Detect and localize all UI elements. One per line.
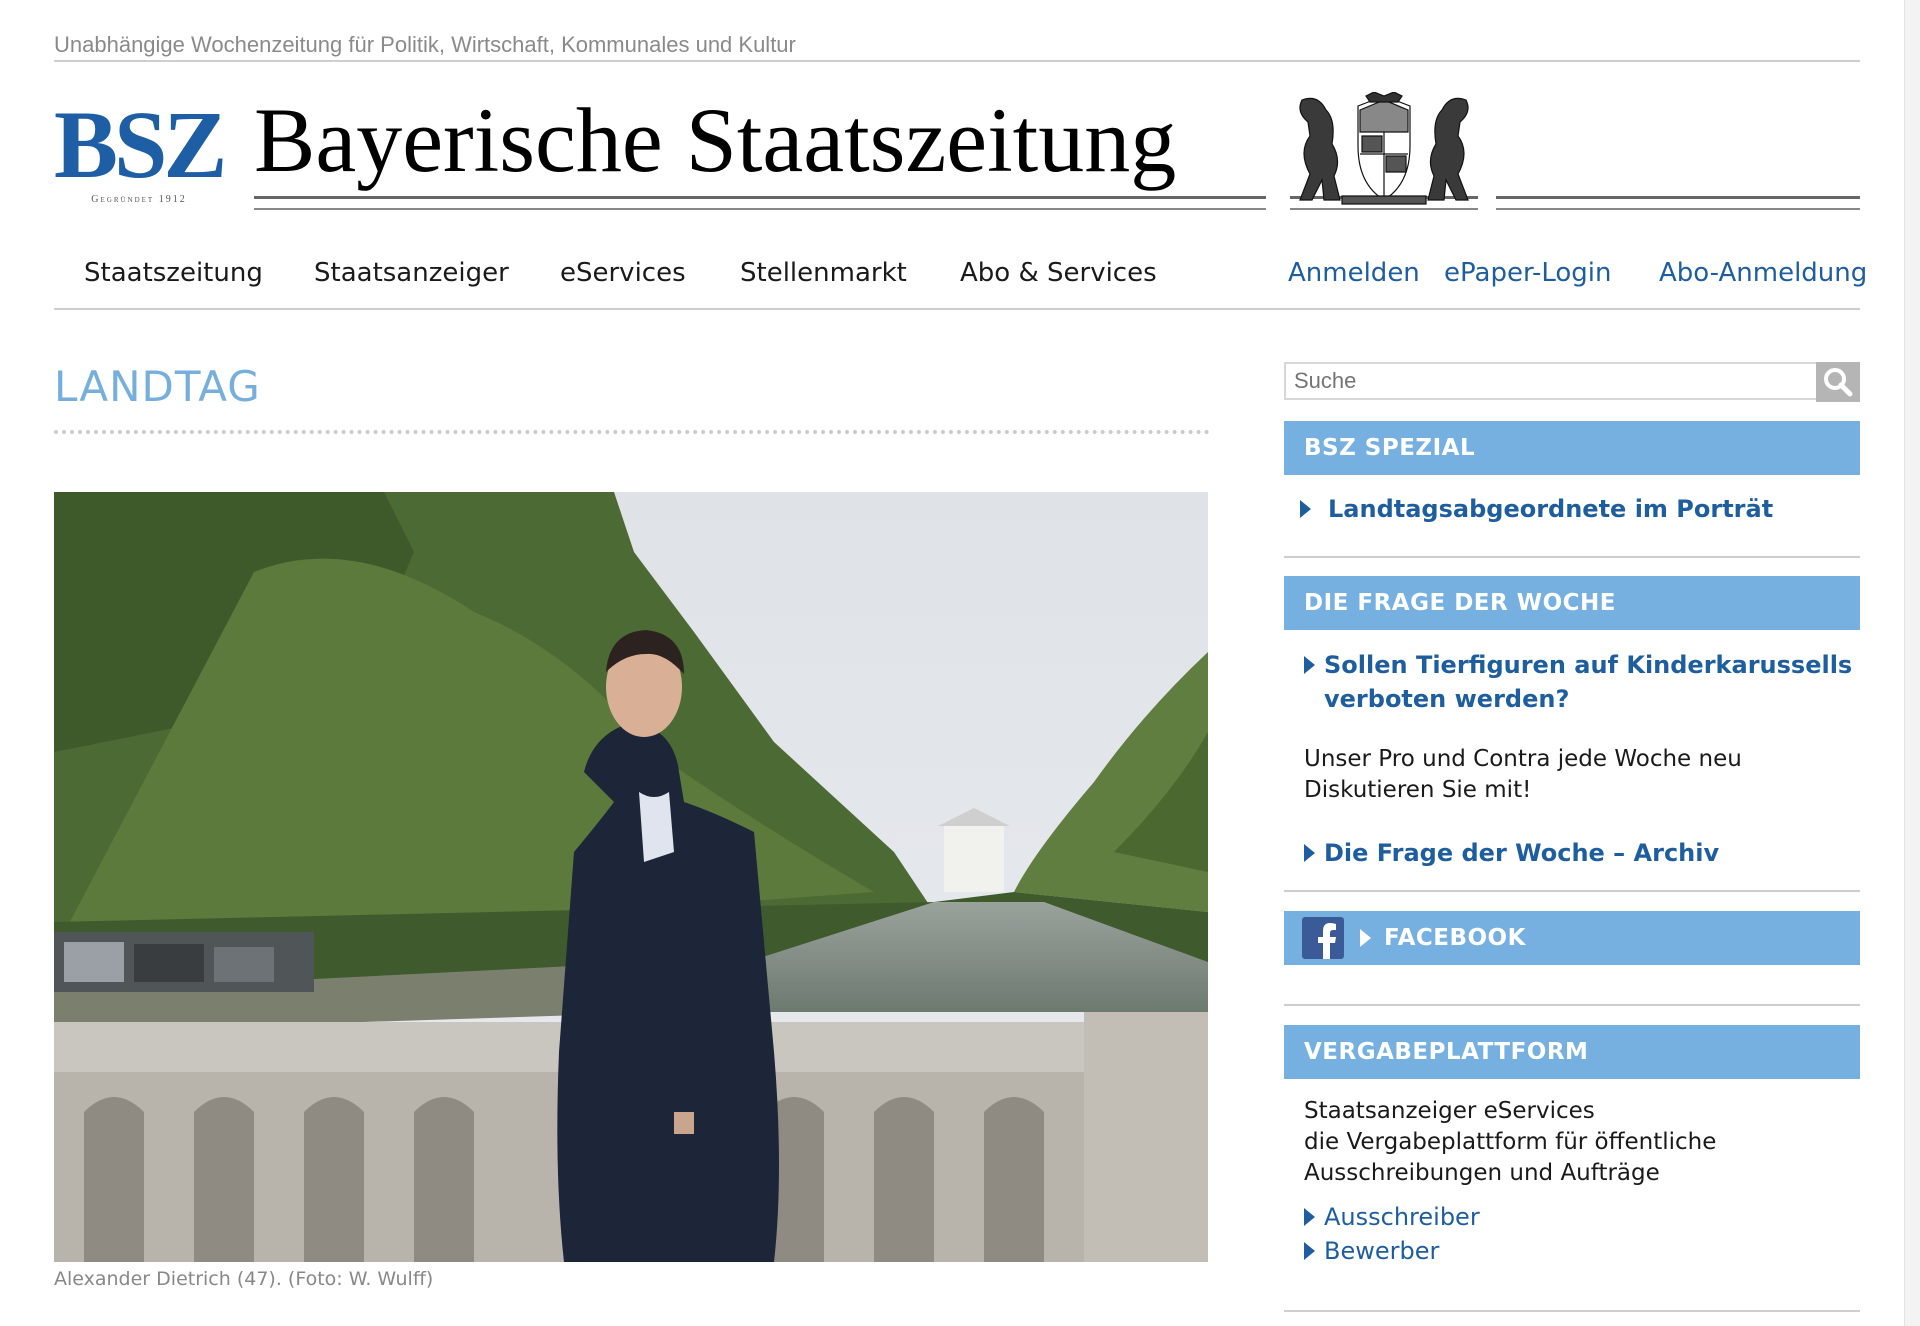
bsz-logo[interactable]: BSZ Gegründet 1912 (54, 91, 227, 210)
right-rule (1496, 196, 1860, 210)
arrow-right-icon (1360, 929, 1371, 947)
link-ausschreiber[interactable]: Ausschreiber (1304, 1200, 1480, 1234)
nav-anmelden[interactable]: Anmelden (1288, 258, 1420, 288)
nav-eservices[interactable]: eServices (560, 258, 686, 288)
sidebar-separator (1284, 890, 1860, 892)
search-button[interactable] (1816, 362, 1860, 402)
section-title: LANDTAG (54, 362, 261, 411)
vergabe-heading: VERGABEPLATTFORM (1284, 1025, 1860, 1079)
sidebar-separator (1284, 1310, 1860, 1312)
frage-description: Unser Pro und Contra jede Woche neu Disk… (1304, 746, 1742, 803)
sidebar-separator (1284, 1004, 1860, 1006)
link-frage-archiv[interactable]: Die Frage der Woche – Archiv (1304, 836, 1719, 870)
search-icon (1824, 368, 1853, 397)
facebook-icon (1302, 917, 1344, 959)
link-landtagsabgeordnete[interactable]: Landtagsabgeordnete im Porträt (1300, 492, 1773, 526)
nav-epaper-login[interactable]: ePaper-Login (1444, 258, 1612, 288)
masthead-title[interactable]: Bayerische Staatszeitung (254, 90, 1176, 190)
link-bewerber[interactable]: Bewerber (1304, 1234, 1439, 1268)
facebook-box[interactable]: FACEBOOK (1284, 911, 1860, 965)
arrow-right-icon (1300, 500, 1311, 518)
tagline: Unabhängige Wochenzeitung für Politik, W… (54, 30, 1860, 62)
nav-abo-services[interactable]: Abo & Services (960, 258, 1157, 288)
nav-staatsanzeiger[interactable]: Staatsanzeiger (314, 258, 509, 288)
nav-staatszeitung[interactable]: Staatszeitung (84, 258, 263, 288)
article-photo[interactable] (54, 492, 1208, 1262)
photo-caption: Alexander Dietrich (47). (Foto: W. Wulff… (54, 1268, 434, 1290)
facebook-label: FACEBOOK (1384, 925, 1526, 951)
arrow-right-icon (1304, 844, 1315, 862)
nav-stellenmarkt[interactable]: Stellenmarkt (740, 258, 907, 288)
nav-abo-anmeldung[interactable]: Abo-Anmeldung (1659, 258, 1867, 288)
vergabe-description: Staatsanzeiger eServices die Vergabeplat… (1304, 1098, 1717, 1186)
arrow-right-icon (1304, 1242, 1315, 1260)
section-divider (54, 430, 1210, 434)
sidebar-separator (1284, 556, 1860, 558)
bsz-spezial-heading: BSZ SPEZIAL (1284, 421, 1860, 475)
arrow-right-icon (1304, 1208, 1315, 1226)
frage-heading: DIE FRAGE DER WOCHE (1284, 576, 1860, 630)
link-frage-question[interactable]: Sollen Tierfiguren auf Kinderkarussells … (1304, 648, 1852, 716)
bavarian-crest-icon (1299, 92, 1469, 205)
masthead-rule (254, 196, 1266, 210)
search-input[interactable] (1284, 362, 1834, 400)
logo-abbr: BSZ (54, 91, 227, 198)
main-nav: Staatszeitung Staatsanzeiger eServices S… (54, 250, 1867, 310)
scrollbar[interactable] (1904, 0, 1920, 1326)
arrow-right-icon (1304, 656, 1315, 674)
